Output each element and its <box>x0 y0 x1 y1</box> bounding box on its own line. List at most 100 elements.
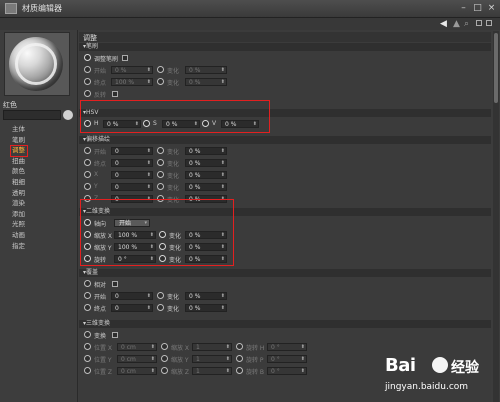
channel-transparency[interactable]: 透明 <box>12 188 25 199</box>
adjust-stroke-radio[interactable] <box>84 54 91 61</box>
offset-radio[interactable] <box>84 171 91 178</box>
relative-radio[interactable] <box>84 280 91 287</box>
override-end-var-radio[interactable] <box>157 304 164 311</box>
t3d-a-field[interactable]: 0 cm ⬍ <box>117 343 157 351</box>
t3d-c-radio[interactable] <box>236 355 243 362</box>
new-window-icon[interactable] <box>486 20 492 26</box>
t3d-c-radio[interactable] <box>236 367 243 374</box>
close-icon[interactable]: × <box>486 3 497 14</box>
offset-field[interactable]: 0 ⬍ <box>111 159 153 167</box>
scrollbar-thumb[interactable] <box>494 33 498 103</box>
offset-var-field[interactable]: 0 % ⬍ <box>185 183 227 191</box>
t3d-a-field[interactable]: 0 cm ⬍ <box>117 355 157 363</box>
material-preview[interactable] <box>4 32 70 96</box>
override-start-var-radio[interactable] <box>157 292 164 299</box>
stroke-end-label: 终点 <box>94 80 107 87</box>
t3d-b-radio[interactable] <box>161 343 168 350</box>
offset-var-field[interactable]: 0 % ⬍ <box>185 171 227 179</box>
offset-radio[interactable] <box>84 147 91 154</box>
stroke-var2-radio[interactable] <box>157 78 164 85</box>
override-end-field[interactable]: 0 ⬍ <box>111 304 153 312</box>
offset-var-radio[interactable] <box>157 147 164 154</box>
section-stroke[interactable]: ▾笔刷 <box>79 43 491 51</box>
offset-var-label: 变化 <box>167 185 180 192</box>
channel-animation[interactable]: 动画 <box>12 230 25 241</box>
section-override[interactable]: ▾覆盖 <box>79 269 491 277</box>
minimize-icon[interactable]: – <box>458 3 469 14</box>
t3d-c-field[interactable]: 0 ° ⬍ <box>267 355 307 363</box>
stroke-end-field[interactable]: 100 % ⬍ <box>111 78 153 86</box>
t3d-b-field[interactable]: 1 ⬍ <box>192 355 232 363</box>
t3d-b-radio[interactable] <box>161 355 168 362</box>
section-offset[interactable]: ▾偏移描绘 <box>79 136 491 144</box>
offset-var-radio[interactable] <box>157 159 164 166</box>
override-start-label: 开始 <box>94 294 107 301</box>
channel-light[interactable]: 光照 <box>12 219 25 230</box>
transform3d-enable-checkbox[interactable] <box>112 332 118 338</box>
material-options-button[interactable] <box>63 110 73 120</box>
offset-var-radio[interactable] <box>157 183 164 190</box>
t3d-a-label: 位置 Y <box>94 357 112 364</box>
channel-brush[interactable]: 笔刷 <box>12 135 25 146</box>
offset-row: 开始 0 ⬍ 变化 0 % ⬍ <box>79 147 279 156</box>
window-title: 材质编辑器 <box>22 4 62 13</box>
relative-checkbox[interactable] <box>112 281 118 287</box>
t3d-c-field[interactable]: 0 ° ⬍ <box>267 367 307 375</box>
highlight-box-channel <box>10 145 28 157</box>
stroke-var1-field[interactable]: 0 % ⬍ <box>185 66 227 74</box>
t3d-b-field[interactable]: 1 ⬍ <box>192 367 232 375</box>
channel-thickness[interactable]: 粗细 <box>12 177 25 188</box>
up-arrow-icon[interactable]: ▲ <box>453 19 460 29</box>
back-arrow-icon[interactable]: ◀ <box>440 19 447 29</box>
t3d-c-radio[interactable] <box>236 343 243 350</box>
override-start-var-field[interactable]: 0 % ⬍ <box>185 292 227 300</box>
lock-icon[interactable] <box>476 20 482 26</box>
offset-field[interactable]: 0 ⬍ <box>111 147 153 155</box>
scrollbar[interactable] <box>493 31 499 402</box>
offset-var-field[interactable]: 0 % ⬍ <box>185 147 227 155</box>
adjust-stroke-checkbox[interactable] <box>122 55 128 61</box>
window-titlebar: 材质编辑器 – □ × <box>0 0 500 18</box>
panel-title: 调整 <box>83 34 97 42</box>
channel-main[interactable]: 主体 <box>12 124 25 135</box>
stroke-start-radio[interactable] <box>84 66 91 73</box>
offset-var-field[interactable]: 0 % ⬍ <box>185 159 227 167</box>
channel-add[interactable]: 添加 <box>12 209 25 220</box>
stroke-var1-radio[interactable] <box>157 66 164 73</box>
stroke-start-field[interactable]: 0 % ⬍ <box>111 66 153 74</box>
search-icon[interactable]: ⌕ <box>464 19 469 29</box>
t3d-a-radio[interactable] <box>84 343 91 350</box>
t3d-c-field[interactable]: 0 ° ⬍ <box>267 343 307 351</box>
channel-color[interactable]: 颜色 <box>12 166 25 177</box>
offset-radio[interactable] <box>84 159 91 166</box>
reverse-checkbox[interactable] <box>112 91 118 97</box>
t3d-b-label: 缩放 Z <box>171 369 190 376</box>
offset-field[interactable]: 0 ⬍ <box>111 171 153 179</box>
channel-render[interactable]: 渲染 <box>12 198 25 209</box>
stroke-end-radio[interactable] <box>84 78 91 85</box>
channel-distort[interactable]: 扭曲 <box>12 156 25 167</box>
section-transform3d[interactable]: ▾三维变换 <box>79 320 491 328</box>
t3d-a-field[interactable]: 0 cm ⬍ <box>117 367 157 375</box>
offset-var-radio[interactable] <box>157 171 164 178</box>
t3d-a-radio[interactable] <box>84 367 91 374</box>
offset-radio[interactable] <box>84 183 91 190</box>
stroke-var2-label: 变化 <box>167 80 180 87</box>
transform3d-enable-radio[interactable] <box>84 331 91 338</box>
t3d-b-field[interactable]: 1 ⬍ <box>192 343 232 351</box>
stroke-var2-field[interactable]: 0 % ⬍ <box>185 78 227 86</box>
reverse-radio[interactable] <box>84 90 91 97</box>
maximize-icon[interactable]: □ <box>472 3 483 14</box>
t3d-b-radio[interactable] <box>161 367 168 374</box>
material-name-field[interactable] <box>3 110 61 120</box>
t3d-a-radio[interactable] <box>84 355 91 362</box>
offset-row: Y 0 ⬍ 变化 0 % ⬍ <box>79 183 279 192</box>
override-end-radio[interactable] <box>84 304 91 311</box>
override-end-var-field[interactable]: 0 % ⬍ <box>185 304 227 312</box>
watermark-brand-cn: 经验 <box>451 360 479 376</box>
t3d-a-label: 位置 X <box>94 345 113 352</box>
override-start-radio[interactable] <box>84 292 91 299</box>
channel-assign[interactable]: 指定 <box>12 241 25 252</box>
offset-field[interactable]: 0 ⬍ <box>111 183 153 191</box>
override-start-field[interactable]: 0 ⬍ <box>111 292 153 300</box>
